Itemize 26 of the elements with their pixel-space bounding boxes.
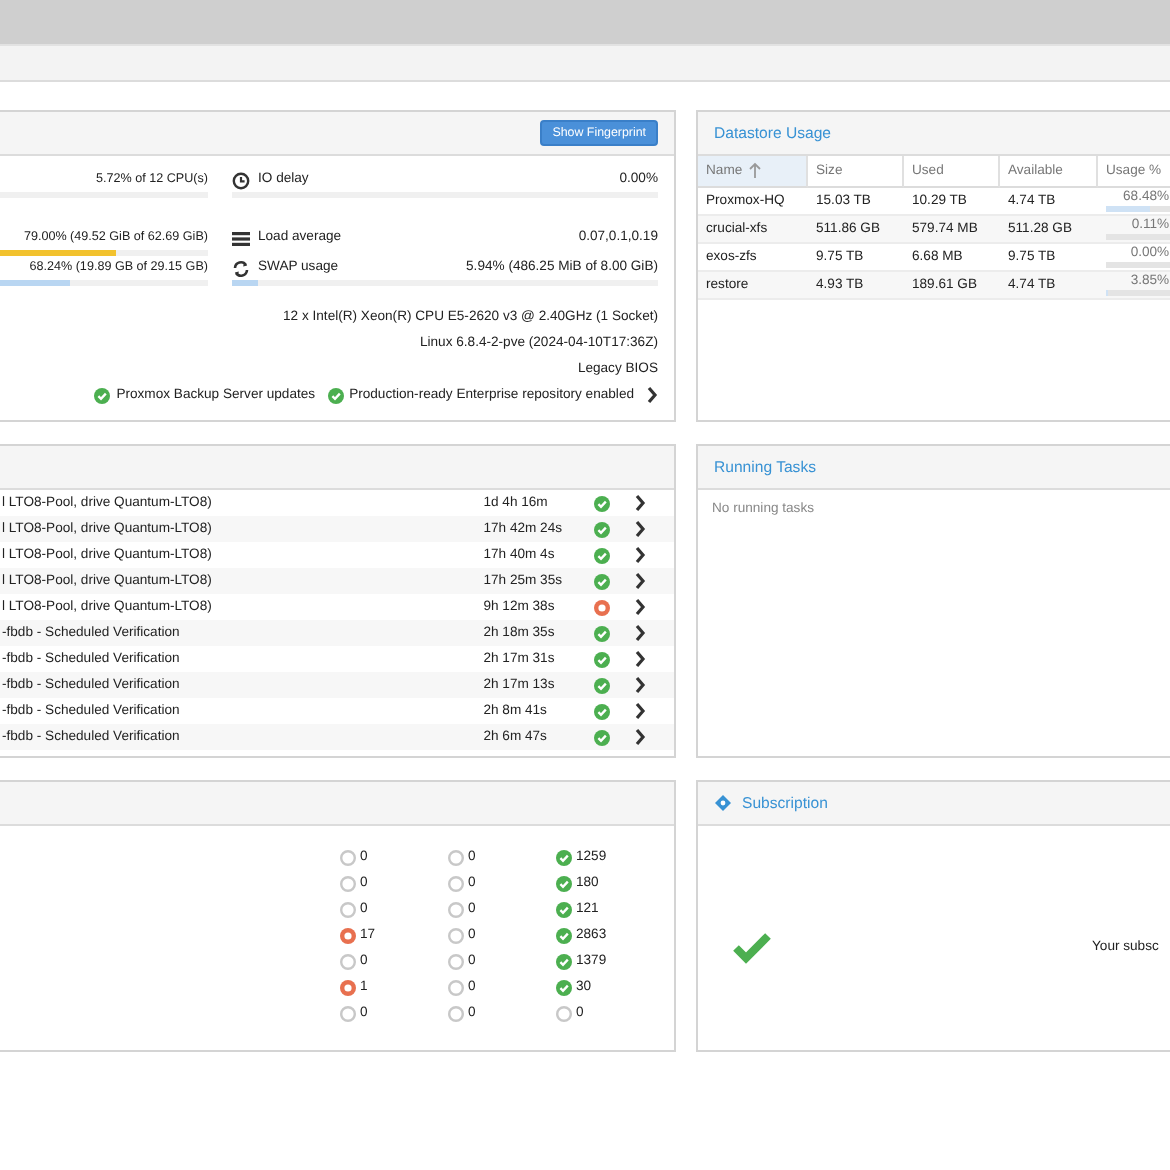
circle-icon [340,849,356,865]
chevron-right-icon [646,386,658,404]
circle-icon [340,875,356,891]
circle-icon [448,927,464,943]
circle-icon [556,1005,572,1021]
circle-icon [340,953,356,969]
circle-icon [448,1005,464,1021]
check-circle-icon [556,979,572,995]
sort-arrow-icon [748,162,763,180]
circle-icon [448,953,464,969]
error-circle-icon [340,927,356,943]
clock-icon [232,171,250,189]
check-circle-icon [556,849,572,865]
check-circle-icon [556,927,572,943]
refresh-icon [232,259,250,277]
circle-icon [448,875,464,891]
check-circle-icon [556,953,572,969]
circle-icon [340,1005,356,1021]
error-circle-icon [340,979,356,995]
circle-icon [448,849,464,865]
circle-icon [340,901,356,917]
circle-icon [448,901,464,917]
check-circle-icon [556,875,572,891]
check-circle-icon [556,901,572,917]
list-icon [232,229,250,247]
circle-icon [448,979,464,995]
